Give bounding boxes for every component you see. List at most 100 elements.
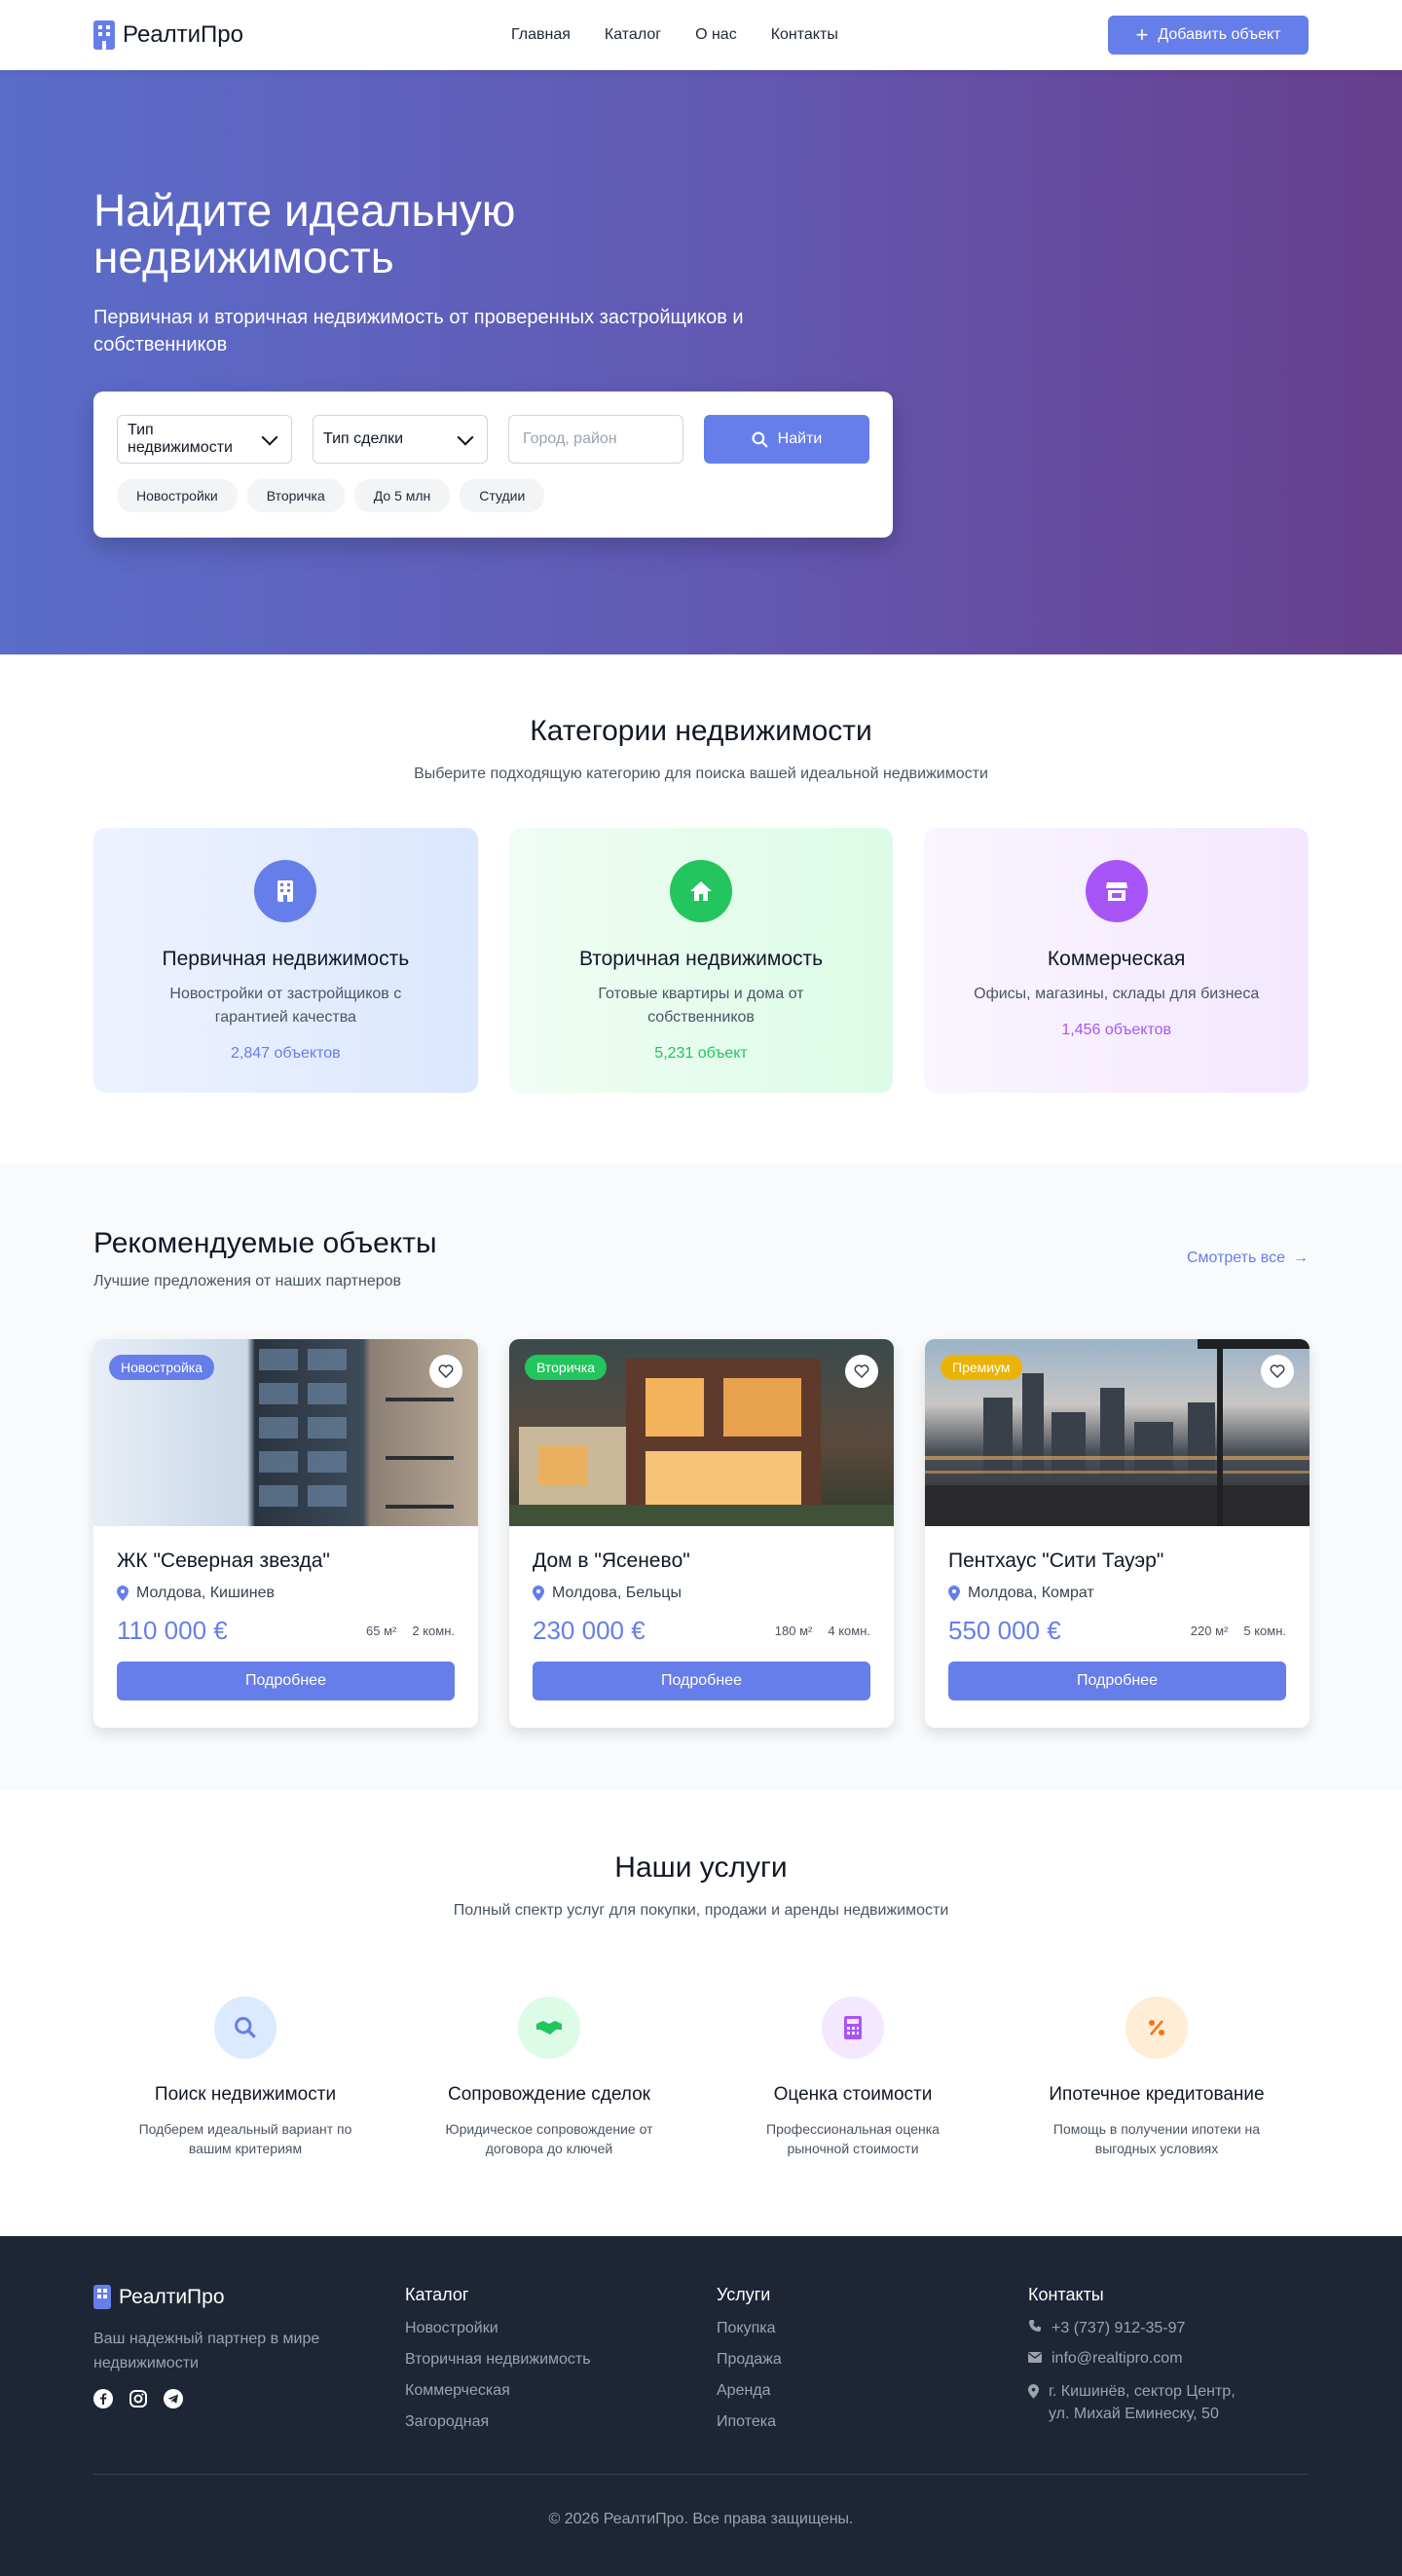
favorite-heart-icon[interactable] xyxy=(429,1355,462,1388)
details-button[interactable]: Подробнее xyxy=(117,1661,455,1700)
footer-link[interactable]: Ипотека xyxy=(717,2413,782,2430)
service-desc: Юридическое сопровождение от договора до… xyxy=(445,2121,653,2156)
footer-link[interactable]: Коммерческая xyxy=(405,2382,591,2399)
footer-link[interactable]: Аренда xyxy=(717,2382,782,2399)
envelope-icon xyxy=(1028,2350,1042,2368)
footer-contacts-col: Контакты +3 (737) 912-35-97 info@realtip… xyxy=(1028,2285,1309,2425)
services-list: Поиск недвижимости Подберем идеальный ва… xyxy=(93,1997,1309,2158)
category-desc: Готовые квартиры и дома от собственников xyxy=(598,986,804,1026)
phone-icon xyxy=(1028,2319,1042,2337)
see-all-link[interactable]: Смотреть все → xyxy=(1187,1250,1309,1267)
footer-catalog-title: Каталог xyxy=(405,2285,469,2304)
search-panel: Тип недвижимости Тип сделки Город, район… xyxy=(93,392,893,538)
contact-phone[interactable]: +3 (737) 912-35-97 xyxy=(1052,2320,1185,2337)
property-card[interactable]: Вторичка Дом в "Ясеневo" Молдова, Бельцы… xyxy=(509,1339,894,1728)
chip-studios[interactable]: Студии xyxy=(460,479,545,512)
map-pin-icon xyxy=(1028,2380,1039,2425)
property-title: Дом в "Ясеневo" xyxy=(533,1549,690,1572)
instagram-icon[interactable] xyxy=(129,2389,148,2413)
property-image: Вторичка xyxy=(509,1339,894,1526)
footer-link[interactable]: Новостройки xyxy=(405,2320,591,2336)
chip-under-5m[interactable]: До 5 млн xyxy=(353,479,451,512)
arrow-right-icon: → xyxy=(1293,1250,1309,1266)
nav-catalog[interactable]: Каталог xyxy=(605,26,661,44)
property-location: Молдова, Кишинев xyxy=(136,1585,275,1601)
categories-section: Категории недвижимости Выберите подходящ… xyxy=(0,715,1402,1093)
percent-icon xyxy=(1125,1997,1188,2059)
footer-link[interactable]: Продажа xyxy=(717,2351,782,2368)
nav-contacts[interactable]: Контакты xyxy=(771,26,838,44)
deal-type-value: Тип сделки xyxy=(323,430,404,447)
footer-link[interactable]: Вторичная недвижимость xyxy=(405,2351,591,2368)
property-image: Премиум xyxy=(925,1339,1310,1526)
property-type-select[interactable]: Тип недвижимости xyxy=(117,415,292,464)
map-pin-icon xyxy=(948,1586,960,1601)
category-title: Вторичная недвижимость xyxy=(578,948,824,970)
brand-logo[interactable]: РеалтиПро xyxy=(93,20,243,50)
telegram-icon[interactable] xyxy=(164,2389,183,2413)
service-item: Ипотечное кредитование Помощь в получени… xyxy=(1005,1997,1309,2158)
details-button[interactable]: Подробнее xyxy=(533,1661,870,1700)
nav-home[interactable]: Главная xyxy=(511,26,571,44)
service-desc: Подберем идеальный вариант по вашим крит… xyxy=(138,2121,352,2156)
property-rooms: 4 комн. xyxy=(828,1624,870,1638)
featured-subtitle: Лучшие предложения от наших партнеров xyxy=(93,1273,402,1289)
service-title: Оценка стоимости xyxy=(773,2084,933,2105)
category-card-resale[interactable]: Вторичная недвижимость Готовые квартиры … xyxy=(508,828,894,1093)
site-footer: РеалтиПро Ваш надежный партнер в мире не… xyxy=(0,2236,1402,2576)
property-location: Молдова, Бельцы xyxy=(552,1585,682,1601)
property-title: ЖК "Северная звезда" xyxy=(117,1549,330,1572)
details-button[interactable]: Подробнее xyxy=(948,1661,1286,1700)
nav-about[interactable]: О нас xyxy=(695,26,737,44)
property-card[interactable]: Премиум Пентхаус "Сити Тауэр" Молдова, К… xyxy=(925,1339,1310,1728)
city-input[interactable]: Город, район xyxy=(508,415,683,464)
building-icon xyxy=(93,2285,111,2309)
favorite-heart-icon[interactable] xyxy=(1261,1355,1294,1388)
service-title: Поиск недвижимости xyxy=(154,2084,337,2105)
footer-brand[interactable]: РеалтиПро xyxy=(93,2285,366,2309)
search-icon xyxy=(752,431,768,448)
deal-type-select[interactable]: Тип сделки xyxy=(313,415,488,464)
contact-email[interactable]: info@realtipro.com xyxy=(1052,2350,1183,2368)
services-subtitle: Полный спектр услуг для покупки, продажи… xyxy=(453,1902,949,1919)
favorite-heart-icon[interactable] xyxy=(845,1355,878,1388)
property-title: Пентхаус "Сити Тауэр" xyxy=(948,1549,1164,1572)
store-icon xyxy=(1085,860,1148,922)
quick-filters: Новостройки Вторичка До 5 млн Студии xyxy=(117,479,545,512)
property-card[interactable]: Новостройка ЖК "Северная звезда" Молдова… xyxy=(93,1339,478,1728)
property-price: 550 000 € xyxy=(948,1616,1061,1645)
category-title: Коммерческая xyxy=(1047,948,1186,970)
footer-catalog-col: Каталог Новостройки Вторичная недвижимос… xyxy=(405,2285,591,2430)
category-count: 5,231 объект xyxy=(654,1045,748,1062)
property-location: Молдова, Комрат xyxy=(968,1585,1094,1601)
copyright: © 2026 РеалтиПро. Все права защищены. xyxy=(548,2511,854,2527)
footer-link[interactable]: Загородная xyxy=(405,2413,591,2430)
city-placeholder: Город, район xyxy=(523,430,617,447)
property-badge: Премиум xyxy=(941,1355,1022,1380)
facebook-icon[interactable] xyxy=(93,2389,113,2413)
category-desc: Новостройки от застройщиков с гарантией … xyxy=(169,986,402,1026)
footer-link[interactable]: Покупка xyxy=(717,2320,782,2336)
chip-resale[interactable]: Вторичка xyxy=(246,479,345,512)
map-pin-icon xyxy=(533,1586,544,1601)
footer-services-title: Услуги xyxy=(717,2285,771,2304)
property-badge: Вторичка xyxy=(525,1355,608,1380)
search-icon xyxy=(214,1997,277,2059)
service-desc: Профессиональная оценка рыночной стоимос… xyxy=(766,2121,940,2156)
property-type-value: Тип недвижимости xyxy=(128,422,233,456)
hero-title: Найдите идеальную недвижимость xyxy=(93,185,516,282)
service-item: Поиск недвижимости Подберем идеальный ва… xyxy=(93,1997,397,2158)
category-card-primary[interactable]: Первичная недвижимость Новостройки от за… xyxy=(93,828,478,1093)
services-section: Наши услуги Полный спектр услуг для поку… xyxy=(0,1851,1402,1920)
category-card-commercial[interactable]: Коммерческая Офисы, магазины, склады для… xyxy=(924,828,1310,1093)
category-title: Первичная недвижимость xyxy=(162,948,410,970)
chip-new-buildings[interactable]: Новостройки xyxy=(117,479,238,512)
featured-title: Рекомендуемые объекты xyxy=(93,1227,437,1259)
footer-contacts-title: Контакты xyxy=(1028,2285,1104,2304)
services-title: Наши услуги xyxy=(614,1851,788,1884)
add-listing-button[interactable]: + Добавить объект xyxy=(1108,16,1309,55)
chevron-down-icon xyxy=(457,429,474,446)
find-button[interactable]: Найти xyxy=(704,415,869,464)
add-listing-label: Добавить объект xyxy=(1158,26,1281,43)
property-badge: Новостройка xyxy=(109,1355,214,1380)
